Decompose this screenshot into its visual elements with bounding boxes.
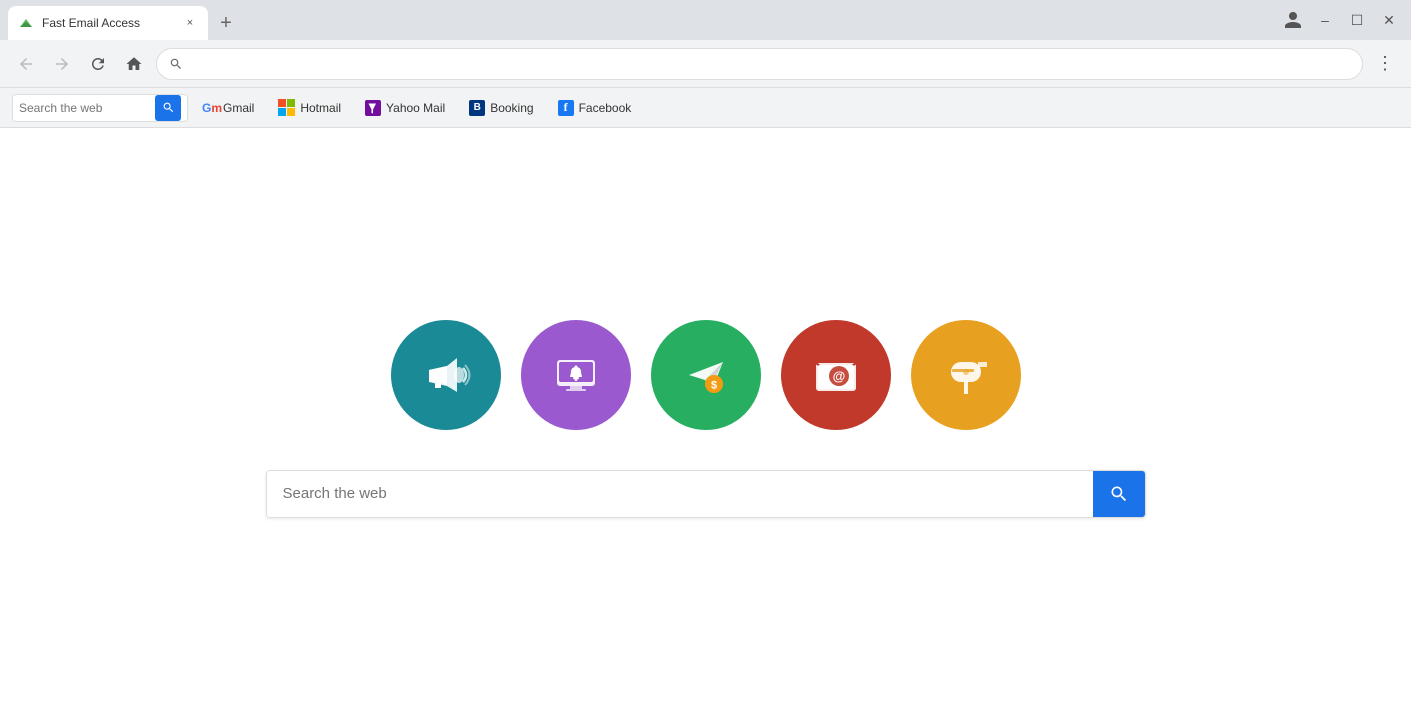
tab-close-button[interactable]: × <box>182 15 198 31</box>
main-search-button[interactable] <box>1093 471 1145 517</box>
gmail-favicon: Gm <box>202 100 218 116</box>
forward-button[interactable] <box>48 50 76 78</box>
bookmark-yahoo-mail[interactable]: Yahoo Mail <box>355 96 455 120</box>
search-icon <box>1109 484 1129 504</box>
bookmark-booking-label: Booking <box>490 101 533 115</box>
url-bar[interactable] <box>156 48 1363 80</box>
main-content: $ @ <box>0 128 1411 709</box>
bookmarks-bar: Gm Gmail Hotmail Yahoo Mail B Booking f <box>0 88 1411 128</box>
booking-favicon: B <box>469 100 485 116</box>
bookmark-gmail[interactable]: Gm Gmail <box>192 96 264 120</box>
bookmark-search-bar[interactable] <box>12 94 188 122</box>
main-search-input[interactable] <box>267 471 1093 517</box>
email-at-icon: @ <box>809 348 863 402</box>
monitor-bell-icon <box>549 348 603 402</box>
bookmark-facebook[interactable]: f Facebook <box>548 96 642 120</box>
window-controls: – ☐ ✕ <box>1279 6 1403 34</box>
bookmark-search-input[interactable] <box>19 101 149 115</box>
bookmark-hotmail-label: Hotmail <box>300 101 341 115</box>
back-button[interactable] <box>12 50 40 78</box>
address-bar: ⋮ <box>0 40 1411 88</box>
minimize-button[interactable]: – <box>1311 6 1339 34</box>
bookmark-hotmail[interactable]: Hotmail <box>268 95 351 120</box>
mailbox-icon-circle[interactable] <box>911 320 1021 430</box>
svg-text:@: @ <box>832 368 845 383</box>
megaphone-icon-circle[interactable] <box>391 320 501 430</box>
bookmark-yahoo-label: Yahoo Mail <box>386 101 445 115</box>
bookmark-gmail-label: Gmail <box>223 101 254 115</box>
mailbox-icon <box>939 348 993 402</box>
bookmark-facebook-label: Facebook <box>579 101 632 115</box>
yahoo-favicon <box>365 100 381 116</box>
search-icon <box>162 101 175 114</box>
facebook-favicon: f <box>558 100 574 116</box>
title-bar: Fast Email Access × + – ☐ ✕ <box>0 0 1411 40</box>
search-url-icon <box>169 57 183 71</box>
bookmark-booking[interactable]: B Booking <box>459 96 543 120</box>
new-tab-button[interactable]: + <box>212 9 240 37</box>
svg-text:$: $ <box>710 379 716 391</box>
hotmail-favicon <box>278 99 295 116</box>
close-window-button[interactable]: ✕ <box>1375 6 1403 34</box>
monitor-bell-icon-circle[interactable] <box>521 320 631 430</box>
user-account-icon[interactable] <box>1279 6 1307 34</box>
home-button[interactable] <box>120 50 148 78</box>
reload-button[interactable] <box>84 50 112 78</box>
email-at-icon-circle[interactable]: @ <box>781 320 891 430</box>
tab-title: Fast Email Access <box>42 16 174 30</box>
paper-plane-dollar-icon-circle[interactable]: $ <box>651 320 761 430</box>
url-input[interactable] <box>191 56 1350 71</box>
browser-tab[interactable]: Fast Email Access × <box>8 6 208 40</box>
icon-row: $ @ <box>391 320 1021 430</box>
browser-menu-button[interactable]: ⋮ <box>1371 50 1399 78</box>
paper-plane-dollar-icon: $ <box>679 348 733 402</box>
main-search-bar[interactable] <box>266 470 1146 518</box>
maximize-button[interactable]: ☐ <box>1343 6 1371 34</box>
bookmark-search-button[interactable] <box>155 95 181 121</box>
tab-favicon <box>18 15 34 31</box>
megaphone-icon <box>419 348 473 402</box>
